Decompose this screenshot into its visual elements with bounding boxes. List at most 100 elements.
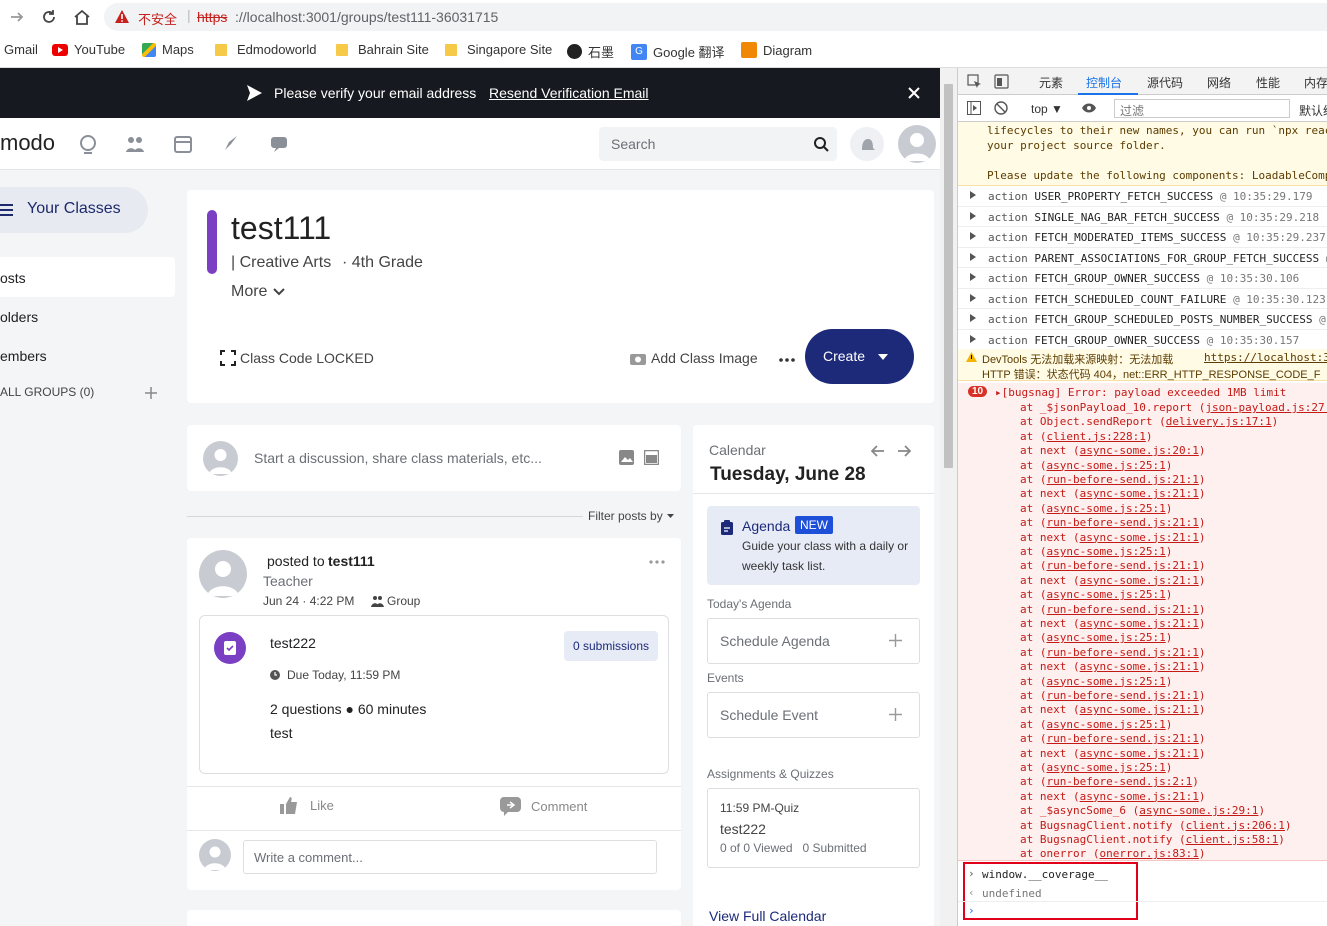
stack-frame[interactable]: at _$asyncSome_6 (async-some.js:29:1) [1020,804,1265,817]
action-log-line[interactable]: action SINGLE_NAG_BAR_FETCH_SUCCESS @ 10… [958,207,1327,227]
tab-console[interactable]: 控制台 [1086,74,1122,91]
stack-source-link[interactable]: run-before-send.js:21:1 [1047,646,1199,659]
console-input[interactable] [982,904,1322,920]
stack-frame[interactable]: at (run-before-send.js:21:1) [1020,646,1205,659]
tab-sources[interactable]: 源代码 [1147,74,1183,91]
sidebar-item-posts[interactable]: osts [0,257,175,297]
stack-source-link[interactable]: async-some.js:25:1 [1047,718,1166,731]
stack-source-link[interactable]: async-some.js:25:1 [1047,502,1166,515]
expand-triangle-icon[interactable] [970,273,976,281]
posted-to-class[interactable]: test111 [328,553,375,569]
close-icon[interactable] [907,86,921,100]
expand-triangle-icon[interactable] [970,293,976,302]
schedule-agenda-button[interactable]: Schedule Agenda [707,618,920,664]
discover-icon[interactable] [77,133,99,155]
add-class-image-button[interactable]: Add Class Image [629,350,758,366]
reload-icon[interactable] [40,8,58,26]
stack-frame[interactable]: at (async-some.js:25:1) [1020,588,1172,601]
stack-source-link[interactable]: async-some.js:21:1 [1080,790,1199,803]
stack-frame[interactable]: at next (async-some.js:21:1) [1020,747,1205,760]
stack-frame[interactable]: at (async-some.js:25:1) [1020,631,1172,644]
omnibox[interactable]: 不安全 | https ://localhost:3001/groups/tes… [104,3,1327,31]
expand-triangle-icon[interactable] [970,211,976,220]
post-options-icon[interactable] [649,560,665,564]
tab-network[interactable]: 网络 [1207,74,1231,91]
class-code[interactable]: Class Code LOCKED [220,350,374,366]
stack-frame[interactable]: at next (async-some.js:21:1) [1020,703,1205,716]
warning-icon[interactable] [114,9,130,24]
stack-frame[interactable]: at next (async-some.js:21:1) [1020,660,1205,673]
tab-elements[interactable]: 元素 [1039,74,1063,91]
stack-source-link[interactable]: async-some.js:21:1 [1080,660,1199,673]
stack-source-link[interactable]: run-before-send.js:21:1 [1047,732,1199,745]
stack-source-link[interactable]: async-some.js:21:1 [1080,617,1199,630]
expand-triangle-icon[interactable] [970,314,976,322]
stack-source-link[interactable]: async-some.js:25:1 [1047,588,1166,601]
stack-frame[interactable]: at (async-some.js:25:1) [1020,675,1172,688]
stack-source-link[interactable]: async-some.js:21:1 [1080,487,1199,500]
stack-frame[interactable]: at (run-before-send.js:21:1) [1020,559,1205,572]
stack-source-link[interactable]: async-some.js:25:1 [1047,459,1166,472]
context-selector[interactable]: top ▼ [1031,102,1063,116]
search-input[interactable]: Search [599,127,837,161]
stack-frame[interactable]: at next (async-some.js:21:1) [1020,531,1205,544]
stack-frame[interactable]: at BugsnagClient.notify (client.js:206:1… [1020,819,1292,832]
bookmark-google-translate[interactable]: G Google 翻译 [631,42,725,61]
schedule-event-button[interactable]: Schedule Event [707,692,920,738]
bookmark-singapore[interactable]: Singapore Site [445,42,552,57]
stack-frame[interactable]: at next (async-some.js:20:1) [1020,444,1205,457]
scrollbar-thumb[interactable] [944,84,953,468]
avatar[interactable] [898,125,936,163]
sidebar-item-folders[interactable]: olders [0,307,175,327]
arrow-left-icon[interactable] [871,445,885,457]
page-scrollbar[interactable] [940,68,957,926]
stack-source-link[interactable]: json-payload.js:27: [1205,401,1327,414]
stack-source-link[interactable]: async-some.js:25:1 [1047,631,1166,644]
quiz-attachment[interactable]: test222 0 submissions Due Today, 11:59 P… [199,615,669,774]
stack-source-link[interactable]: async-some.js:25:1 [1047,545,1166,558]
eye-icon[interactable] [1081,102,1097,114]
stack-source-link[interactable]: delivery.js:17:1 [1166,415,1272,428]
agenda-promo[interactable]: Agenda NEW Guide your class with a daily… [707,506,920,585]
logo[interactable]: modo [0,130,55,156]
action-log-line[interactable]: action FETCH_GROUP_OWNER_SUCCESS @ 10:35… [958,268,1327,289]
action-log-line[interactable]: action FETCH_GROUP_OWNER_SUCCESS @ 10:35… [958,330,1327,350]
stack-frame[interactable]: at (async-some.js:25:1) [1020,502,1172,515]
sidebar-item-members[interactable]: embers [0,346,175,366]
stack-source-link[interactable]: client.js:228:1 [1047,430,1146,443]
stack-frame[interactable]: at Object.sendReport (delivery.js:17:1) [1020,415,1278,428]
stack-source-link[interactable]: run-before-send.js:21:1 [1047,559,1199,572]
search-icon[interactable] [813,136,829,152]
bookmark-shimo[interactable]: 石墨 [567,42,614,61]
add-group-icon[interactable] [144,386,158,400]
home-icon[interactable] [72,7,92,27]
rocket-icon[interactable] [220,133,242,155]
view-full-calendar-link[interactable]: View Full Calendar [709,908,826,924]
bookmark-youtube[interactable]: YouTube [52,42,125,57]
more-button[interactable]: More [231,283,286,301]
notifications-icon[interactable] [850,127,884,161]
more-options-icon[interactable] [779,358,795,362]
action-log-line[interactable]: action USER_PROPERTY_FETCH_SUCCESS @ 10:… [958,186,1327,207]
action-log-line[interactable]: action FETCH_SCHEDULED_COUNT_FAILURE @ 1… [958,289,1327,309]
expand-triangle-icon[interactable] [970,334,976,343]
action-log-line[interactable]: action FETCH_MODERATED_ITEMS_SUCCESS @ 1… [958,227,1327,248]
stack-frame[interactable]: at next (async-some.js:21:1) [1020,574,1205,587]
stack-frame[interactable]: at (async-some.js:25:1) [1020,761,1172,774]
avatar[interactable] [199,550,247,598]
stack-frame[interactable]: at _$jsonPayload_10.report (json-payload… [1020,401,1327,414]
bookmark-maps[interactable]: Maps [142,42,194,57]
stack-source-link[interactable]: async-some.js:21:1 [1080,747,1199,760]
stack-source-link[interactable]: client.js:58:1 [1186,833,1279,846]
comment-input[interactable]: Write a comment... [243,840,657,874]
bookmark-gmail[interactable]: Gmail [4,42,38,57]
stack-frame[interactable]: at (async-some.js:25:1) [1020,718,1172,731]
console-filter-input[interactable]: 过滤 [1114,99,1290,118]
create-button[interactable]: Create [805,329,914,384]
expand-triangle-icon[interactable] [970,232,976,240]
groups-icon[interactable] [124,133,146,155]
bookmark-edmodoworld[interactable]: Edmodoworld [215,42,317,57]
calendar-icon[interactable] [172,133,194,155]
stack-frame[interactable]: at onerror (onerror.js:83:1) [1020,847,1205,860]
resend-verification-link[interactable]: Resend Verification Email [489,85,649,101]
